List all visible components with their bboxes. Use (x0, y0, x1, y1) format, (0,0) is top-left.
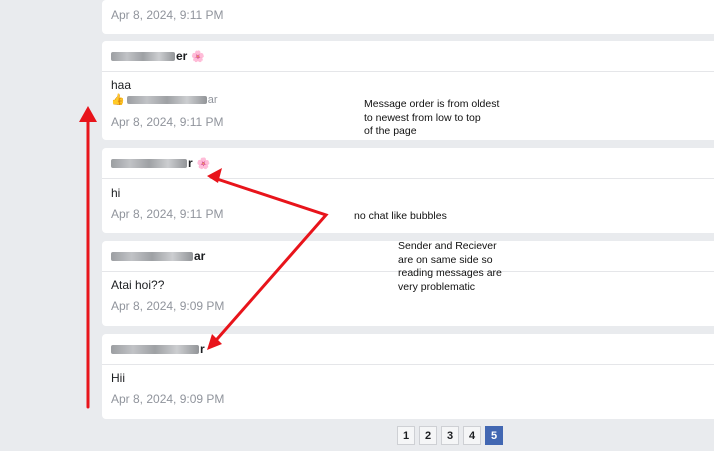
annotation-side-note: Sender and Reciever are on same side so … (398, 240, 502, 293)
annotation-bubbles-note: no chat like bubbles (354, 210, 447, 222)
annotation-arrows (79, 106, 329, 409)
order-arrow-head (79, 106, 97, 122)
annotation-order-note: Message order is from oldest to newest f… (364, 98, 500, 137)
feedback-arrow-lines (209, 175, 329, 348)
